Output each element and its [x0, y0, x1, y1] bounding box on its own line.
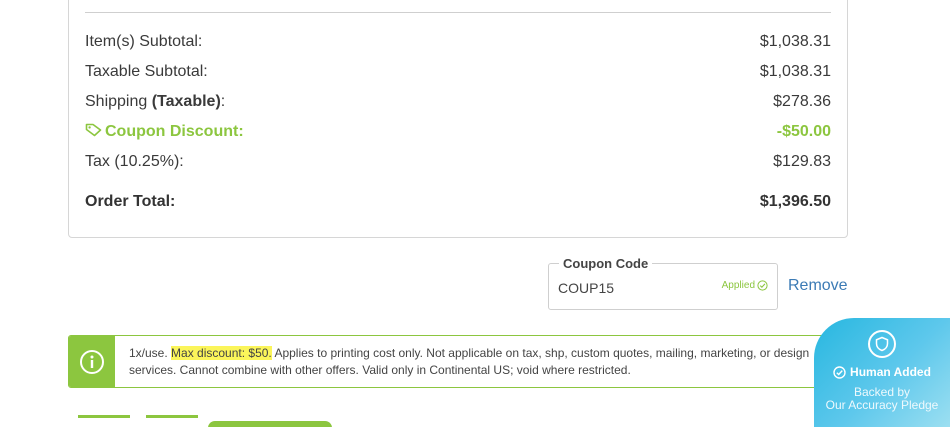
shield-icon	[868, 330, 896, 358]
shipping-label-colon: :	[220, 93, 226, 110]
badge-line-2: Our Accuracy Pledge	[825, 398, 939, 412]
coupon-discount-value: -$50.00	[776, 123, 831, 140]
bottom-cutoff-content	[78, 413, 338, 427]
summary-row-items-subtotal: Item(s) Subtotal: $1,038.31	[85, 31, 831, 53]
badge-title: Human Added	[850, 365, 931, 379]
summary-row-tax: Tax (10.25%): $129.83	[85, 151, 831, 173]
order-total-label: Order Total:	[85, 193, 176, 210]
order-total-value: $1,396.50	[759, 193, 831, 210]
info-icon	[80, 349, 104, 374]
coupon-terms-notice: 1x/use. Max discount: $50. Applies to pr…	[68, 335, 848, 388]
summary-row-order-total: Order Total: $1,396.50	[85, 191, 831, 213]
coupon-discount-label-wrap: Coupon Discount:	[85, 123, 244, 141]
notice-icon-panel	[69, 336, 115, 387]
summary-row-coupon-discount: Coupon Discount: -$50.00	[85, 121, 831, 143]
notice-text: 1x/use. Max discount: $50. Applies to pr…	[129, 345, 817, 379]
calendar-icon	[146, 415, 198, 427]
shipping-label: Shipping (Taxable):	[85, 93, 225, 111]
calendar-icon	[78, 415, 130, 427]
coupon-applied-status: Applied	[722, 280, 768, 291]
summary-row-shipping: Shipping (Taxable): $278.36	[85, 91, 831, 113]
accuracy-pledge-badge[interactable]: Human Added Backed by Our Accuracy Pledg…	[814, 318, 950, 427]
shipping-label-text: Shipping	[85, 93, 152, 110]
items-subtotal-value: $1,038.31	[759, 33, 831, 50]
order-summary-card: Item(s) Subtotal: $1,038.31 Taxable Subt…	[68, 0, 848, 238]
remove-coupon-link[interactable]: Remove	[788, 277, 848, 295]
summary-row-taxable-subtotal: Taxable Subtotal: $1,038.31	[85, 61, 831, 83]
coupon-code-legend: Coupon Code	[559, 256, 653, 271]
tax-label: Tax (10.25%):	[85, 153, 184, 170]
notice-prefix: 1x/use.	[129, 346, 172, 360]
summary-divider	[85, 12, 831, 13]
shipping-value: $278.36	[773, 93, 831, 110]
coupon-applied-label: Applied	[721, 280, 755, 291]
taxable-subtotal-value: $1,038.31	[759, 63, 831, 80]
check-circle-icon	[833, 365, 846, 379]
items-subtotal-label: Item(s) Subtotal:	[85, 33, 203, 50]
check-circle-icon	[757, 280, 768, 291]
coupon-code-value[interactable]: COUP15	[558, 280, 614, 296]
badge-line-1: Backed by	[853, 385, 911, 399]
cutoff-pill-button[interactable]	[208, 421, 332, 427]
badge-title-row: Human Added	[814, 365, 950, 379]
taxable-subtotal-label: Taxable Subtotal:	[85, 63, 208, 80]
coupon-discount-label: Coupon Discount:	[105, 123, 244, 140]
tax-value: $129.83	[773, 153, 831, 170]
notice-highlight: Max discount: $50.	[171, 346, 272, 360]
coupon-code-field[interactable]: Coupon Code COUP15 Applied	[548, 256, 778, 310]
shipping-label-taxable: (Taxable)	[151, 93, 221, 110]
tag-icon	[85, 123, 102, 137]
